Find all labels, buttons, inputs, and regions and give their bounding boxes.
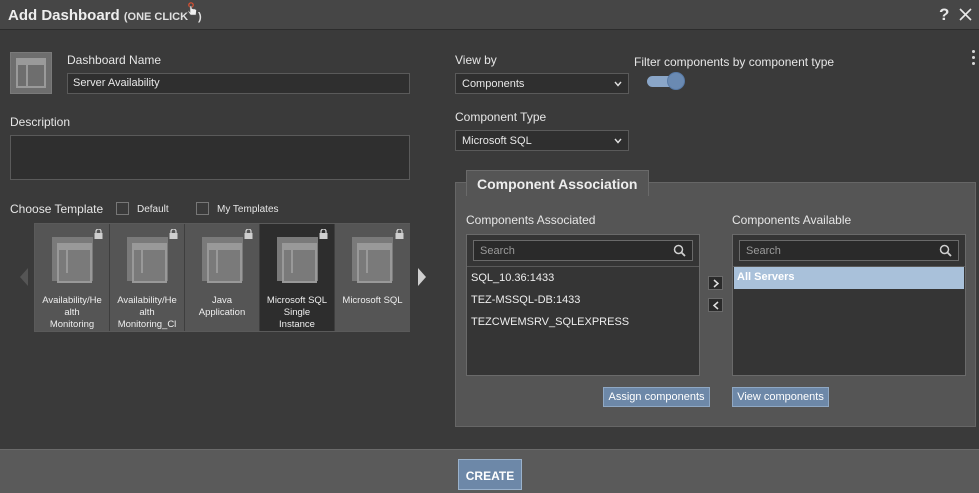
list-item[interactable]: TEZCWEMSRV_SQLEXPRESS	[471, 316, 629, 328]
hand-pointer-icon	[187, 2, 197, 16]
list-item[interactable]: TEZ-MSSQL-DB:1433	[471, 294, 580, 306]
dialog-title-text: Add Dashboard	[8, 7, 120, 24]
chevron-down-icon	[614, 81, 622, 87]
assign-components-button[interactable]: Assign components	[603, 387, 710, 407]
one-click-label: (ONE CLICK)	[123, 2, 202, 23]
view-components-button[interactable]: View components	[732, 387, 829, 407]
dashboard-thumbnail	[10, 52, 52, 94]
chevron-right-icon[interactable]	[416, 267, 428, 287]
one-click-text: (ONE CLICK	[123, 11, 189, 23]
help-icon[interactable]: ?	[939, 5, 949, 25]
component-type-select[interactable]: Microsoft SQL	[455, 130, 629, 151]
chevron-left-icon[interactable]	[18, 267, 30, 287]
layout-icon	[52, 237, 93, 283]
layout-icon	[16, 58, 46, 88]
toggle-knob	[667, 72, 685, 90]
template-name-line: Application	[198, 307, 246, 318]
dialog-title: Add Dashboard (ONE CLICK)	[8, 2, 202, 24]
template-name-line: Availability/He	[42, 295, 102, 306]
description-input[interactable]	[10, 135, 410, 180]
template-carousel: Availability/He alth Monitoring Availabi…	[34, 223, 410, 332]
list-item-selected[interactable]: All Servers	[734, 267, 964, 289]
view-by-label: View by	[455, 53, 497, 67]
component-type-label: Component Type	[455, 110, 547, 124]
search-icon	[673, 244, 686, 257]
layout-icon	[127, 237, 168, 283]
component-type-value: Microsoft SQL	[462, 135, 532, 147]
template-card[interactable]: Java Application	[185, 224, 260, 331]
filter-label: Filter components by component type	[634, 55, 835, 69]
template-name-line: Monitoring_Cl	[117, 319, 177, 330]
my-templates-checkbox[interactable]	[196, 202, 209, 215]
one-click-end: )	[198, 11, 202, 23]
lock-icon	[319, 229, 328, 239]
template-name: Availability/He alth Monitoring	[37, 295, 107, 331]
chevron-right-icon	[713, 279, 720, 288]
template-card-selected[interactable]: Microsoft SQL Single Instance	[260, 224, 335, 331]
available-search-input[interactable]: Search	[739, 240, 959, 261]
lock-icon	[244, 229, 253, 239]
choose-template-label: Choose Template	[10, 202, 104, 216]
dashboard-name-label: Dashboard Name	[67, 53, 162, 67]
template-card[interactable]: Availability/He alth Monitoring	[35, 224, 110, 331]
template-card[interactable]: Microsoft SQL	[335, 224, 410, 331]
filter-toggle[interactable]	[647, 72, 685, 90]
template-name: Microsoft SQL Single Instance	[262, 295, 332, 331]
chevron-down-icon	[614, 138, 622, 144]
associated-listbox[interactable]: Search SQL_10.36:1433 TEZ-MSSQL-DB:1433 …	[466, 234, 700, 376]
move-left-button[interactable]	[708, 298, 723, 312]
template-name-line: alth	[64, 307, 80, 318]
description-label: Description	[10, 115, 71, 129]
available-listbox[interactable]: Search All Servers	[732, 234, 966, 376]
view-by-value: Components	[462, 78, 525, 90]
template-name: Java Application	[187, 295, 257, 319]
components-available-label: Components Available	[732, 213, 852, 227]
template-name-line: Monitoring	[49, 319, 95, 330]
view-by-select[interactable]: Components	[455, 73, 629, 94]
my-templates-label: My Templates	[217, 204, 279, 215]
layout-icon	[277, 237, 318, 283]
title-bar: Add Dashboard (ONE CLICK) ?	[0, 0, 979, 30]
more-vertical-icon[interactable]	[971, 50, 976, 66]
create-button[interactable]: CREATE	[458, 459, 522, 490]
lock-icon	[94, 229, 103, 239]
template-name-line: Single	[283, 307, 311, 318]
list-divider	[467, 266, 699, 267]
dashboard-name-input[interactable]: Server Availability	[67, 73, 410, 94]
search-placeholder: Search	[480, 245, 515, 257]
template-name: Microsoft SQL	[337, 295, 408, 307]
chevron-left-icon	[712, 301, 719, 310]
template-card[interactable]: Availability/He alth Monitoring_Cl	[110, 224, 185, 331]
template-name-line: Java	[211, 295, 233, 306]
component-association-title: Component Association	[466, 170, 649, 196]
associated-search-input[interactable]: Search	[473, 240, 693, 261]
template-name-line: Availability/He	[117, 295, 177, 306]
move-right-button[interactable]	[708, 276, 723, 290]
lock-icon	[395, 229, 404, 239]
components-associated-label: Components Associated	[466, 213, 596, 227]
template-name-line: Instance	[279, 319, 315, 330]
lock-icon	[169, 229, 178, 239]
layout-icon	[202, 237, 243, 283]
search-icon	[939, 244, 952, 257]
default-label: Default	[137, 204, 169, 215]
list-item[interactable]: SQL_10.36:1433	[471, 272, 554, 284]
template-name-line: Microsoft SQL	[266, 295, 328, 306]
template-name-line: alth	[139, 307, 155, 318]
search-placeholder: Search	[746, 245, 781, 257]
default-checkbox[interactable]	[116, 202, 129, 215]
template-name: Availability/He alth Monitoring_Cl	[112, 295, 182, 331]
template-name-line: Microsoft SQL	[342, 295, 403, 306]
layout-icon	[352, 237, 393, 283]
close-icon[interactable]	[958, 7, 973, 22]
